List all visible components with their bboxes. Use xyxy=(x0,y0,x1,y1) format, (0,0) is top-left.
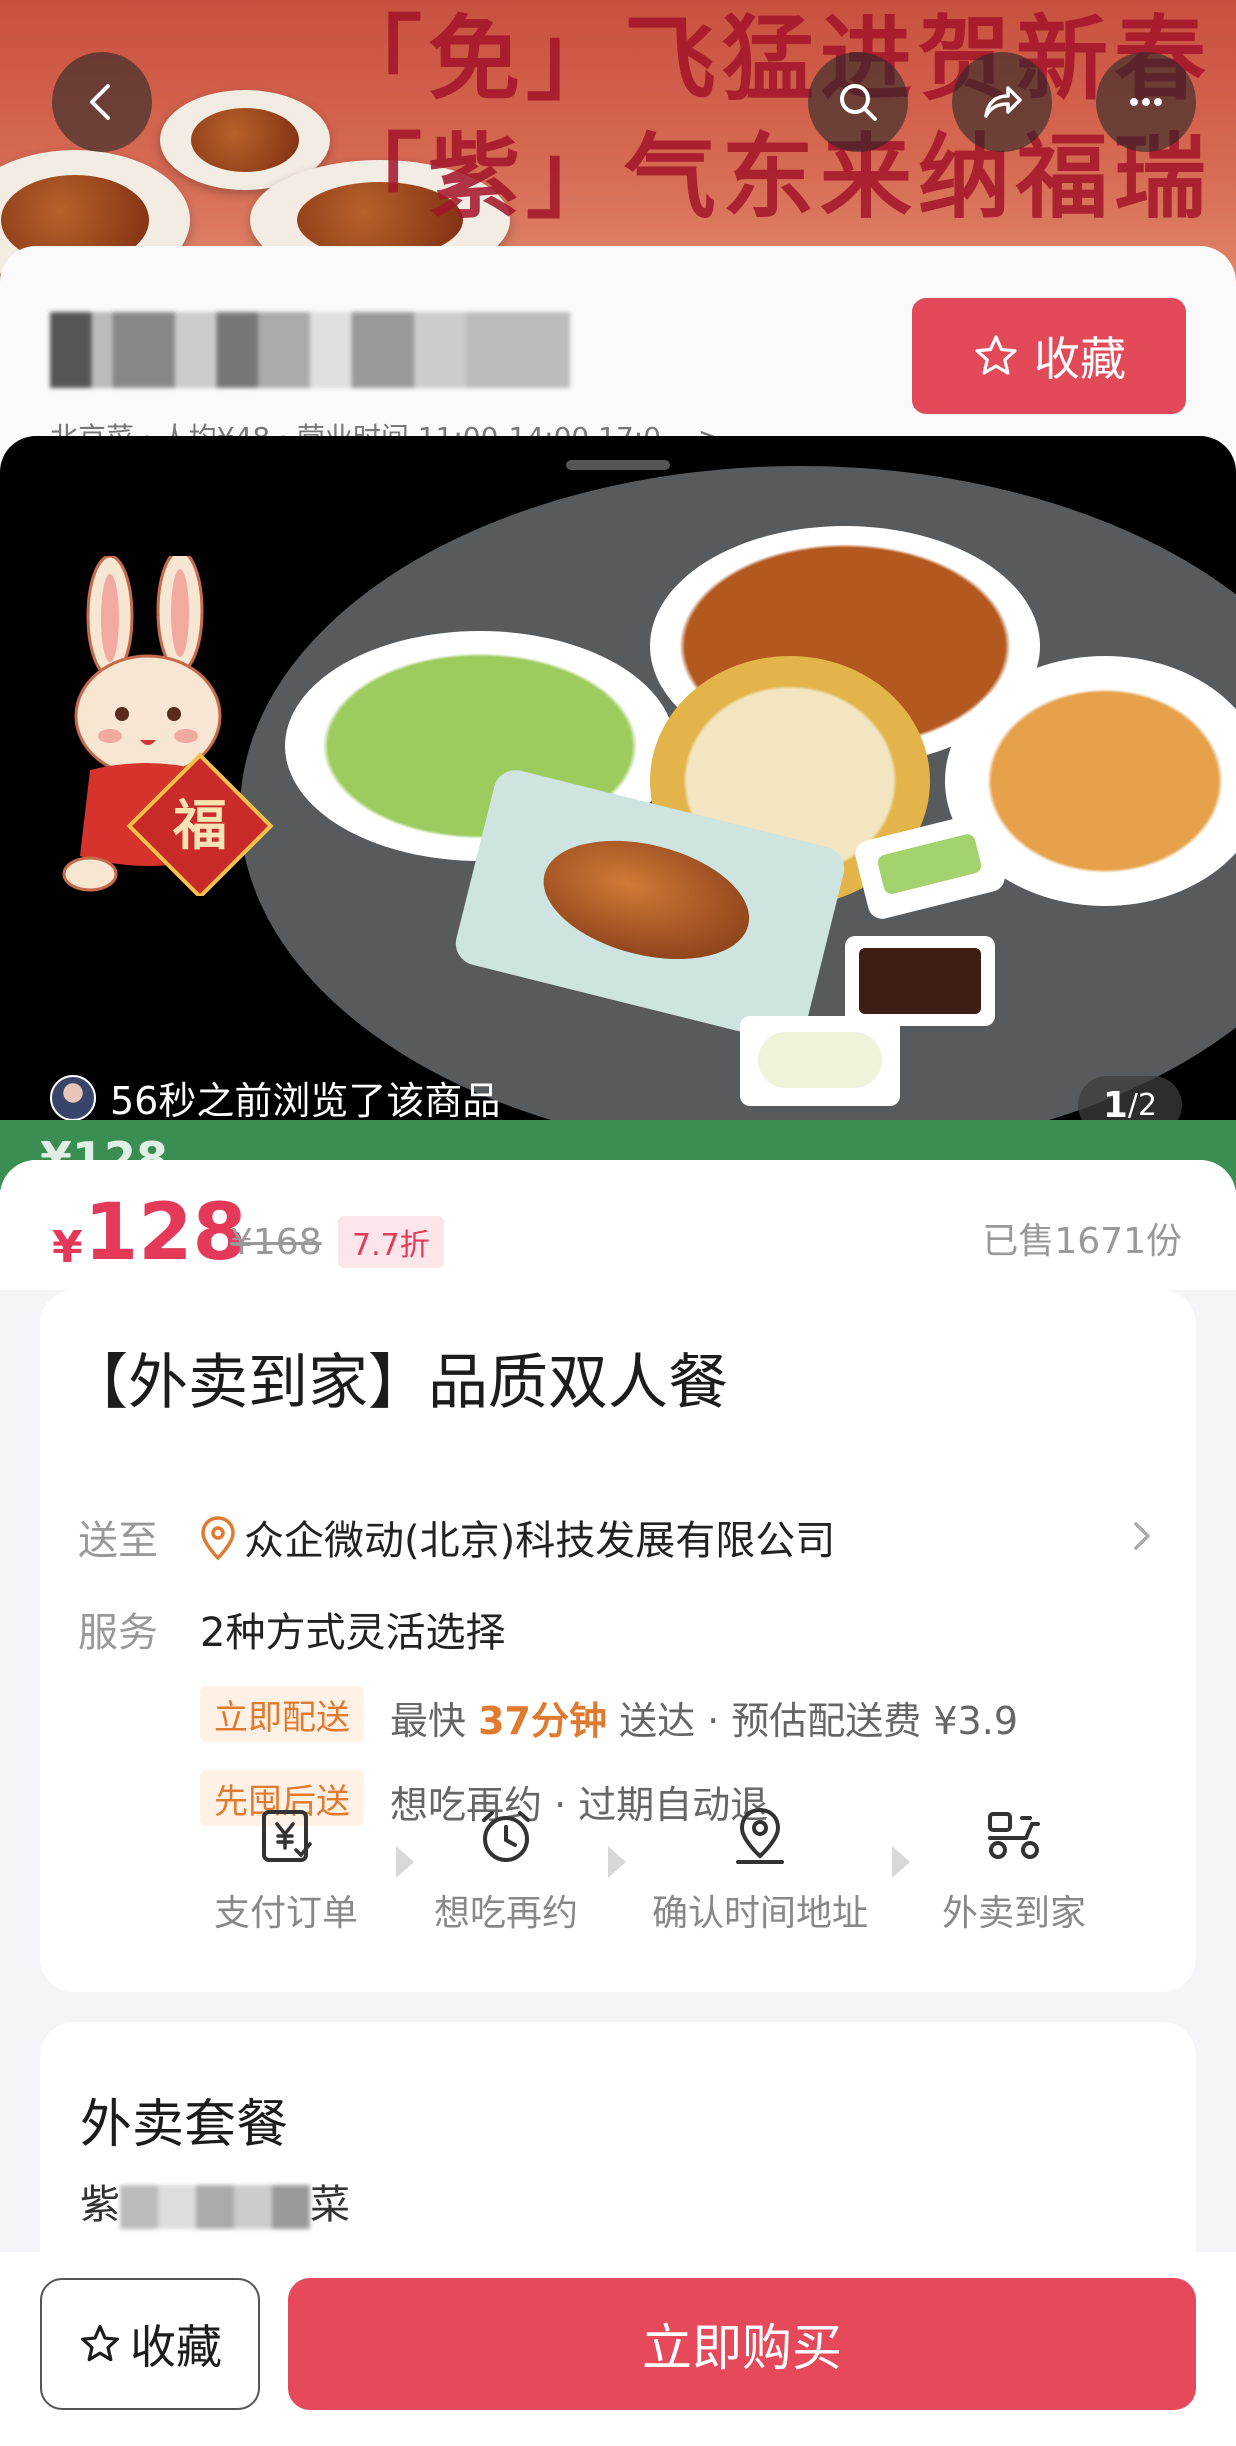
step-label: 外卖到家 xyxy=(941,1893,1086,1934)
star-icon xyxy=(80,2324,120,2362)
original-price: ¥168 xyxy=(230,1222,322,1263)
star-icon xyxy=(975,335,1017,375)
instant-delivery-prefix: 最快 xyxy=(390,1699,479,1743)
discount-badge: 7.7折 xyxy=(338,1216,444,1268)
price-currency: ¥ xyxy=(52,1222,83,1273)
location-pin-icon xyxy=(201,1516,235,1561)
more-button[interactable] xyxy=(1096,52,1196,152)
combo-item-blurred xyxy=(120,2185,310,2229)
recent-viewer-notice: 56秒之前浏览了该商品 xyxy=(50,1070,500,1125)
step-confirm-address: 确认时间地址 xyxy=(650,1804,870,1936)
sauce-dish-image xyxy=(845,936,995,1026)
more-icon xyxy=(1130,98,1162,106)
service-label: 服务 xyxy=(78,1610,158,1656)
instant-delivery-tag: 立即配送 xyxy=(200,1686,364,1742)
price-row: ¥ 128 ¥168 7.7折 已售1671份 xyxy=(0,1160,1236,1290)
step-label: 支付订单 xyxy=(213,1893,358,1934)
instant-delivery-text: 最快 37分钟 送达 · 预估配送费 ¥3.9 xyxy=(390,1690,1018,1745)
share-button[interactable] xyxy=(952,52,1052,152)
sold-count: 已售1671份 xyxy=(982,1221,1182,1262)
combo-title: 外卖套餐 xyxy=(80,2095,289,2155)
share-icon xyxy=(984,86,1022,118)
combo-item-prefix: 紫 xyxy=(80,2182,120,2228)
banner-slogan: 「免」飞猛进贺新春 「紫」气东来纳福瑞 xyxy=(330,0,1212,236)
banner-slogan-line: 「紫」气东来纳福瑞 xyxy=(330,123,1213,231)
store-card: 收藏 北京菜 · 人均¥48 · 营业时间 11:00-14:00 17:0… … xyxy=(0,246,1236,466)
step-schedule: 想吃再约 xyxy=(396,1804,616,1936)
combo-card: 外卖套餐 紫菜 xyxy=(40,2022,1196,2282)
step-pay-order: 支付订单 xyxy=(176,1804,396,1936)
step-label: 想吃再约 xyxy=(433,1893,578,1934)
service-summary: 2种方式灵活选择 xyxy=(200,1610,506,1656)
product-image-gallery[interactable]: 福 56秒之前浏览了该商品 1 /2 xyxy=(0,436,1236,1176)
search-button[interactable] xyxy=(808,52,908,152)
recent-viewer-text: 56秒之前浏览了该商品 xyxy=(110,1079,501,1123)
delivery-time: 37分钟 xyxy=(478,1699,607,1743)
sheet-drag-handle[interactable] xyxy=(566,460,670,470)
current-price: 128 xyxy=(84,1188,247,1278)
scallion-dish-image xyxy=(740,1016,900,1106)
combo-item-suffix: 菜 xyxy=(310,2182,350,2228)
location-pin-icon xyxy=(736,1807,784,1864)
deliver-label: 送至 xyxy=(78,1518,158,1564)
store-favorite-button[interactable]: 收藏 xyxy=(912,298,1186,414)
product-info-card: 【外卖到家】品质双人餐 送至 众企微动(北京)科技发展有限公司 服务 2种方式灵… xyxy=(40,1290,1196,1992)
store-name-blurred xyxy=(50,312,570,388)
payment-icon xyxy=(262,1810,312,1862)
image-counter-total: /2 xyxy=(1127,1087,1158,1123)
svg-text:福: 福 xyxy=(172,793,227,857)
combo-item: 紫菜 xyxy=(80,2172,350,2230)
chevron-left-icon xyxy=(90,84,110,120)
store-favorite-label: 收藏 xyxy=(1034,332,1126,386)
instant-delivery-suffix: 送达 · 预估配送费 ¥3.9 xyxy=(606,1699,1018,1743)
alarm-clock-icon xyxy=(482,1811,530,1862)
step-delivered: 外卖到家 xyxy=(904,1804,1124,1936)
favorite-label: 收藏 xyxy=(130,2320,222,2374)
product-detail-panel: ¥ 128 ¥168 7.7折 已售1671份 【外卖到家】品质双人餐 送至 众… xyxy=(0,1160,1236,2282)
step-label: 确认时间地址 xyxy=(651,1893,868,1934)
buy-now-button[interactable]: 立即购买 xyxy=(288,2278,1196,2410)
delivery-scooter-icon xyxy=(988,1812,1040,1859)
favorite-button[interactable]: 收藏 xyxy=(40,2278,260,2410)
product-title: 【外卖到家】品质双人餐 xyxy=(68,1348,728,1418)
delivery-address[interactable]: 众企微动(北京)科技发展有限公司 xyxy=(244,1508,835,1566)
banner-slogan-line: 「免」飞猛进贺新春 xyxy=(330,5,1213,113)
chevron-right-icon[interactable] xyxy=(1122,1512,1162,1560)
step-arrow xyxy=(608,1846,626,1878)
bottom-action-bar: 收藏 立即购买 xyxy=(0,2252,1236,2446)
search-icon xyxy=(840,84,877,121)
back-button[interactable] xyxy=(52,52,152,152)
rabbit-mascot-image: 福 xyxy=(62,556,274,896)
avatar xyxy=(50,1074,96,1121)
